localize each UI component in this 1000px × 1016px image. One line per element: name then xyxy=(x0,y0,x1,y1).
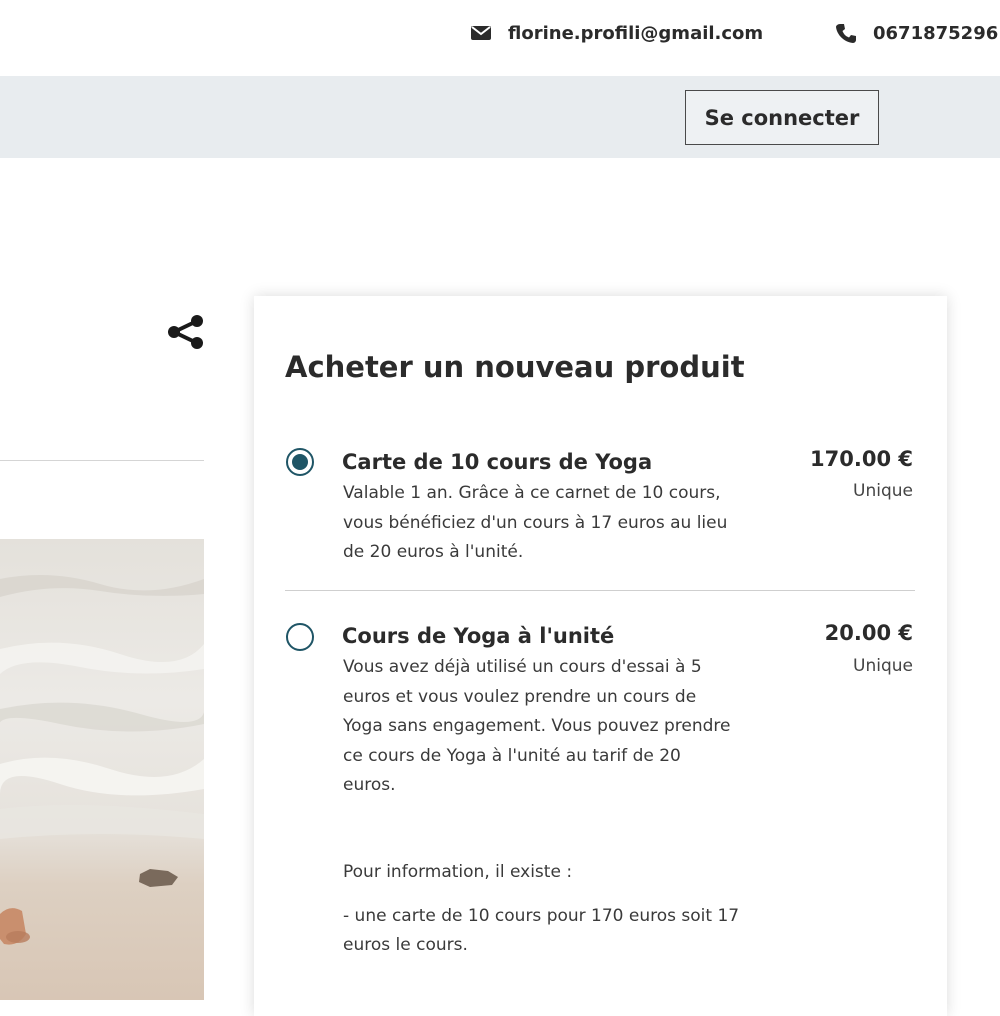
description-line: Yoga sans engagement. Vous pouvez prendr… xyxy=(343,716,731,736)
envelope-icon xyxy=(471,26,491,40)
yoga-beach-photo xyxy=(0,539,204,1000)
contact-phone-text: 0671875296 xyxy=(873,22,999,44)
purchase-card: Acheter un nouveau produit Carte de 10 c… xyxy=(254,296,947,1016)
purchase-title: Acheter un nouveau produit xyxy=(285,350,745,384)
description-line: ce cours de Yoga à l'unité au tarif de 2… xyxy=(343,745,681,766)
description-line: Vous avez déjà utilisé un cours d'essai … xyxy=(343,657,702,677)
product-price: 170.00 € xyxy=(810,447,913,471)
phone-icon xyxy=(836,24,856,43)
info-line: euros le cours. xyxy=(343,935,468,955)
description-line: euros et vous voulez prendre un cours de xyxy=(343,686,697,707)
product-frequency: Unique xyxy=(853,656,913,676)
product-description: Vous avez déjà utilisé un cours d'essai … xyxy=(343,653,730,801)
product-radio-carte-10[interactable] xyxy=(286,448,314,476)
info-line: - une carte de 10 cours pour 170 euros s… xyxy=(343,905,740,926)
left-divider xyxy=(0,460,204,461)
product-radio-cours-unite[interactable] xyxy=(286,623,314,651)
description-line: Valable 1 an. Grâce à ce carnet de 10 co… xyxy=(343,483,721,503)
description-line: euros. xyxy=(343,775,396,795)
product-info: Pour information, il existe : - une cart… xyxy=(343,858,739,961)
share-icon[interactable] xyxy=(166,314,206,350)
description-line: de 20 euros à l'unité. xyxy=(343,542,524,562)
product-description: Valable 1 an. Grâce à ce carnet de 10 co… xyxy=(343,479,727,568)
top-contact-bar: florine.profili@gmail.com 0671875296 xyxy=(0,0,1000,76)
login-button[interactable]: Se connecter xyxy=(685,90,879,145)
product-price: 20.00 € xyxy=(824,621,913,645)
contact-email[interactable]: florine.profili@gmail.com xyxy=(470,22,763,44)
product-name: Carte de 10 cours de Yoga xyxy=(342,450,653,474)
product-frequency: Unique xyxy=(853,481,913,501)
description-line: vous bénéficiez d'un cours à 17 euros au… xyxy=(343,512,728,533)
contact-email-text: florine.profili@gmail.com xyxy=(508,22,764,44)
contact-phone[interactable]: 0671875296 xyxy=(835,22,998,44)
info-title: Pour information, il existe : xyxy=(343,862,573,882)
product-name: Cours de Yoga à l'unité xyxy=(342,624,615,648)
product-separator xyxy=(285,590,915,591)
